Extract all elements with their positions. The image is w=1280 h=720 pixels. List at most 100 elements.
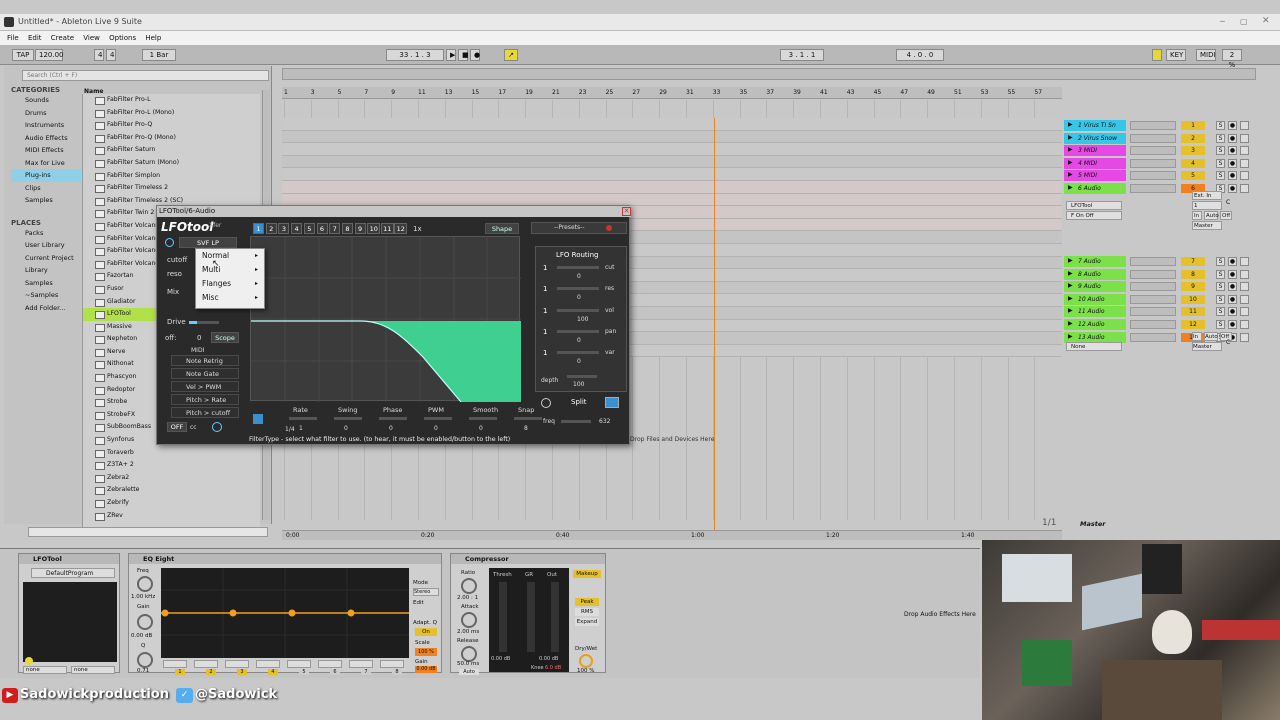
arm-button[interactable]: ● (1228, 307, 1237, 317)
track-header[interactable]: 11 Audio (1064, 306, 1126, 318)
preview-bar[interactable] (28, 527, 268, 537)
knob-slider[interactable] (379, 417, 407, 420)
menu-item-normal[interactable]: Normal (196, 249, 264, 263)
grid-value[interactable]: 1/4 (285, 426, 295, 433)
time-ruler[interactable]: 0:00 0:20 0:40 1:00 1:20 1:40 (282, 530, 1062, 540)
track-slot[interactable] (1130, 307, 1176, 317)
monitor-button[interactable] (1240, 282, 1249, 292)
note-gate-toggle[interactable]: Note Gate (171, 368, 239, 379)
category-max-for-live[interactable]: Max for Live (11, 157, 81, 170)
pattern-tab[interactable]: 4 (291, 223, 303, 234)
pattern-tab[interactable]: 2 (265, 223, 277, 234)
monitor-button[interactable] (1240, 184, 1249, 193)
lfo-curve-svg[interactable] (251, 237, 521, 402)
lfotool-plugin-window[interactable]: LFOTool/6-Audio ✕ LFOtool Xfer SVF LP cu… (156, 205, 631, 445)
parameter-chooser[interactable]: F On Off (1066, 211, 1122, 220)
solo-button[interactable]: S (1216, 133, 1225, 143)
track-fold-icon[interactable]: ▶ (1068, 121, 1073, 128)
release-value[interactable]: 50.0 ms (457, 661, 479, 667)
track-slot[interactable] (1130, 184, 1176, 193)
track-lane[interactable] (282, 130, 1062, 144)
eq-q-value[interactable]: 0.71 (137, 668, 149, 674)
drive-slider[interactable] (189, 321, 219, 324)
track-slot[interactable] (1130, 282, 1176, 292)
track-fold-icon[interactable]: ▶ (1068, 295, 1073, 302)
loop-length-field[interactable]: 4 . 0 . 0 (896, 49, 944, 61)
list-item[interactable]: FabFilter Saturn (Mono) (83, 157, 260, 170)
filter-power-icon[interactable] (165, 238, 174, 247)
list-item[interactable]: FabFilter Simplon (83, 170, 260, 183)
arm-button[interactable]: ● (1228, 184, 1237, 193)
lfotool-device[interactable]: LFOTool DefaultProgram none none (18, 553, 120, 674)
track-fold-icon[interactable]: ▶ (1068, 307, 1073, 314)
track-header[interactable]: 3 MIDI (1064, 145, 1126, 157)
route-slider[interactable] (557, 308, 599, 312)
knob-slider[interactable] (514, 417, 542, 420)
route-amount[interactable]: 0 (577, 358, 581, 365)
automation-arm-button[interactable]: ↗ (504, 49, 518, 61)
eq-curve-svg[interactable] (161, 568, 409, 658)
arm-button[interactable]: ● (1228, 133, 1237, 143)
pan-value[interactable]: C (1226, 199, 1230, 206)
eq-freq-knob[interactable] (137, 576, 153, 592)
track-number-button[interactable]: 11 (1181, 307, 1205, 317)
monitor-button[interactable] (1240, 146, 1249, 156)
overview-strip[interactable] (282, 68, 1256, 80)
pattern-tab[interactable]: 11 (380, 223, 394, 234)
program-select[interactable]: DefaultProgram (31, 568, 115, 578)
speed-label[interactable]: 1x (413, 225, 422, 233)
minimize-icon[interactable]: ─ (1220, 17, 1225, 26)
list-item[interactable]: FabFilter Pro-Q (83, 119, 260, 132)
track-fold-icon[interactable]: ▶ (1068, 257, 1073, 264)
sidechain-select-2[interactable]: none (71, 666, 115, 674)
track-fold-icon[interactable]: ▶ (1068, 320, 1073, 327)
attack-value[interactable]: 2.00 ms (457, 629, 479, 635)
track-number-button[interactable]: 12 (1181, 320, 1205, 329)
eq-band-filter-select[interactable] (380, 660, 404, 668)
knob-value[interactable]: 0 (434, 425, 438, 432)
knob-value[interactable]: 0 (344, 425, 348, 432)
knob-value[interactable]: 0 (479, 425, 483, 432)
eq-band-button[interactable]: 5 (299, 669, 309, 675)
pitch-cutoff-toggle[interactable]: Pitch > cutoff (171, 407, 239, 418)
category-samples[interactable]: Samples (11, 194, 81, 207)
track-slot[interactable] (1130, 294, 1176, 304)
category-instruments[interactable]: Instruments (11, 119, 81, 132)
split-power-icon[interactable] (541, 398, 551, 408)
menu-help[interactable]: Help (145, 34, 161, 42)
time-sig-den[interactable]: 4 (106, 49, 116, 61)
place-tilde-samples[interactable]: ~Samples (11, 289, 81, 302)
track-slot[interactable] (1130, 257, 1176, 266)
eq-mode-select[interactable]: Stereo (413, 588, 439, 596)
eq-band-button[interactable]: 3 (237, 669, 247, 675)
freq-slider[interactable] (561, 420, 591, 423)
track-header[interactable]: 7 Audio (1064, 256, 1126, 267)
position-field[interactable]: 33 . 1 . 3 (386, 49, 444, 61)
out-value[interactable]: 0.00 dB (539, 656, 558, 662)
knob-value[interactable]: 0 (389, 425, 393, 432)
eq-band-filter-select[interactable] (318, 660, 342, 668)
route-amount[interactable]: 0 (577, 294, 581, 301)
route-source[interactable]: 1 (543, 264, 547, 272)
eq-band-filter-select[interactable] (256, 660, 280, 668)
track-slot[interactable] (1130, 269, 1176, 279)
split-toggle[interactable] (605, 397, 619, 408)
track-slot[interactable] (1130, 146, 1176, 156)
track-lane[interactable] (282, 118, 1062, 131)
knee-value[interactable]: 6.0 dB (545, 665, 561, 671)
place-current-project[interactable]: Current Project (11, 252, 81, 265)
monitor-button[interactable] (1240, 158, 1249, 168)
depth-value[interactable]: 100 (573, 381, 584, 388)
pattern-tab[interactable]: 9 (354, 223, 366, 234)
filter-type-select[interactable]: SVF LP (179, 237, 237, 248)
grid-icon[interactable] (253, 414, 263, 424)
list-item[interactable]: Zebrify (83, 497, 260, 510)
pan-value[interactable]: C (1226, 339, 1230, 346)
plugin-preview-area[interactable] (23, 582, 117, 662)
track-slot[interactable] (1130, 171, 1176, 181)
route-source[interactable]: 1 (543, 285, 547, 293)
category-clips[interactable]: Clips (11, 182, 81, 195)
track-fold-icon[interactable]: ▶ (1068, 282, 1073, 289)
track-fold-icon[interactable]: ▶ (1068, 134, 1073, 141)
menu-item-misc[interactable]: Misc (196, 291, 264, 305)
